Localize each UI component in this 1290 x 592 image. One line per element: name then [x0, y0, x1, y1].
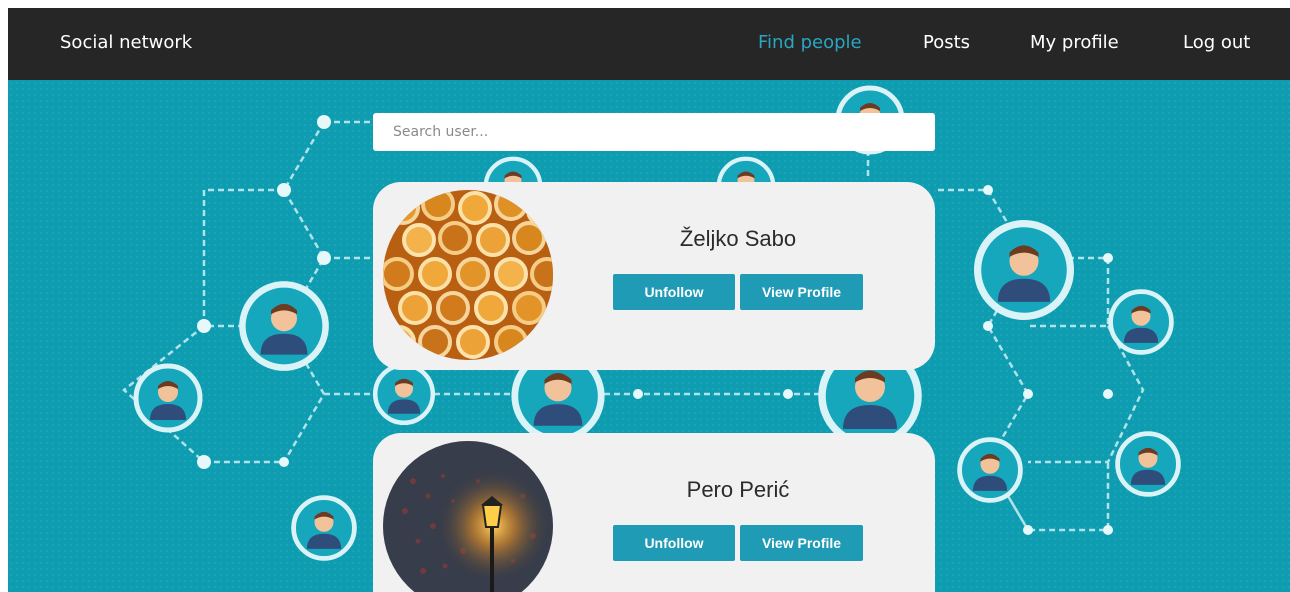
user-name: Pero Perić — [686, 477, 790, 502]
avatar — [383, 190, 553, 360]
view-profile-button[interactable]: View Profile — [740, 274, 863, 310]
nav-link-find-people[interactable]: Find people — [758, 32, 862, 53]
avatar — [383, 441, 553, 592]
app-frame: Social network Find people Posts My prof… — [8, 8, 1290, 592]
nav-link-my-profile[interactable]: My profile — [1030, 32, 1119, 53]
street-lamp-photo-avatar — [383, 441, 553, 592]
search-input[interactable] — [373, 113, 935, 151]
brand-link[interactable]: Social network — [60, 32, 192, 53]
nav-link-log-out[interactable]: Log out — [1183, 32, 1250, 53]
user-name: Željko Sabo — [679, 226, 797, 251]
view-profile-button[interactable]: View Profile — [740, 525, 863, 561]
unfollow-button[interactable]: Unfollow — [613, 274, 735, 310]
nav-link-posts[interactable]: Posts — [923, 32, 970, 53]
user-card: Željko Sabo Unfollow View Profile — [373, 182, 935, 370]
user-card: Pero Perić Unfollow View Profile — [373, 433, 935, 592]
navbar: Social network Find people Posts My prof… — [8, 8, 1290, 80]
unfollow-button[interactable]: Unfollow — [613, 525, 735, 561]
honeycomb-photo-avatar — [383, 190, 553, 360]
